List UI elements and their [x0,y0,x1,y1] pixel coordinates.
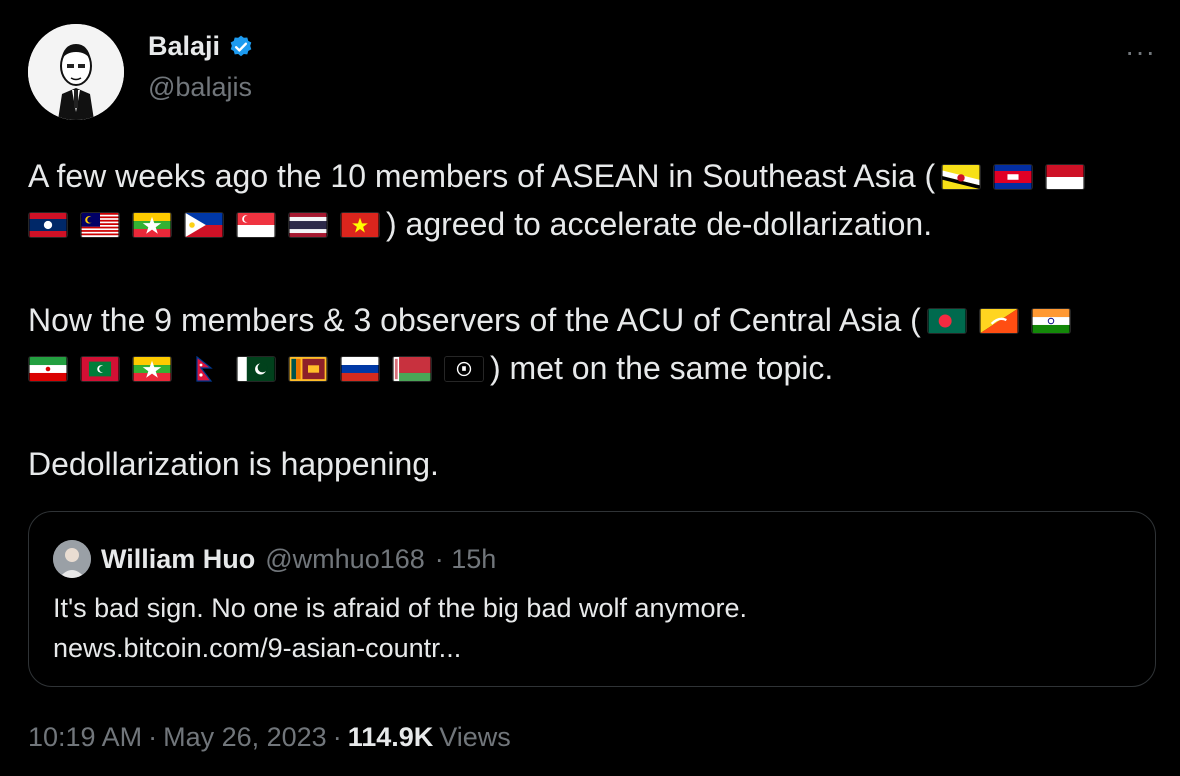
tweet-p2-start: Now the 9 members & 3 observers of the A… [28,302,921,338]
quoted-tweet-time: · 15h [434,543,497,574]
quoted-tweet[interactable]: William Huo @wmhuo168 · 15h It's bad sig… [28,511,1156,687]
tweet-p1-end: ) agreed to accelerate de-dollarization. [386,206,933,242]
bangladesh-flag [926,308,967,334]
quoted-author-name[interactable]: William Huo [101,544,255,575]
footer-separator: · [332,722,342,752]
author-handle[interactable]: @balajis [148,72,252,103]
bhutan-flag [978,308,1019,334]
tweet-date[interactable]: May 26, 2023 [163,722,327,753]
views-count: 114.9K [347,722,434,752]
iran-flag [28,356,68,382]
vietnam-flag [340,212,380,238]
cambodia-flag [993,164,1034,190]
indonesia-flag [1045,164,1086,190]
quoted-tweet-header: William Huo @wmhuo168 · 15h [53,540,496,578]
brunei-flag [941,164,982,190]
author-avatar[interactable] [28,24,124,120]
tweet-paragraph-1: A few weeks ago the 10 members of ASEAN … [28,152,1158,248]
verified-badge-icon [228,34,254,60]
nepal-flag [184,356,224,382]
maldives-flag [80,356,120,382]
tweet-p1-start: A few weeks ago the 10 members of ASEAN … [28,158,936,194]
myanmar-flag [132,212,172,238]
tweet-paragraph-2: Now the 9 members & 3 observers of the A… [28,296,1158,392]
tweet-p2-end: ) met on the same topic. [490,350,834,386]
quoted-author-avatar[interactable] [53,540,91,578]
more-options-icon[interactable]: ··· [1125,36,1156,68]
quoted-tweet-link[interactable]: news.bitcoin.com/9-asian-countr... [53,628,747,668]
tweet-text: A few weeks ago the 10 members of ASEAN … [28,152,1158,488]
quoted-author-handle[interactable]: @wmhuo168 [265,544,425,575]
india-flag [1030,308,1071,334]
afghanistan-flag [444,356,484,382]
tweet-footer: 10:19 AM · May 26, 2023 · 114.9K Views [28,722,511,753]
views-label: Views [439,722,511,752]
quoted-tweet-text: It's bad sign. No one is afraid of the b… [53,588,747,668]
russia-flag [340,356,380,382]
quoted-tweet-line-1: It's bad sign. No one is afraid of the b… [53,593,748,623]
laos-flag [28,212,68,238]
malaysia-flag [80,212,120,238]
myanmar-flag-2 [132,356,172,382]
author-name-row: Balaji [148,31,254,62]
tweet-paragraph-3: Dedollarization is happening. [28,446,439,482]
belarus-flag [392,356,432,382]
singapore-flag [236,212,276,238]
pakistan-flag [236,356,276,382]
tweet-time[interactable]: 10:19 AM [28,722,142,753]
philippines-flag [184,212,224,238]
author-name[interactable]: Balaji [148,31,220,62]
footer-separator: · [148,722,158,752]
sri-lanka-flag [288,356,328,382]
thailand-flag [288,212,328,238]
